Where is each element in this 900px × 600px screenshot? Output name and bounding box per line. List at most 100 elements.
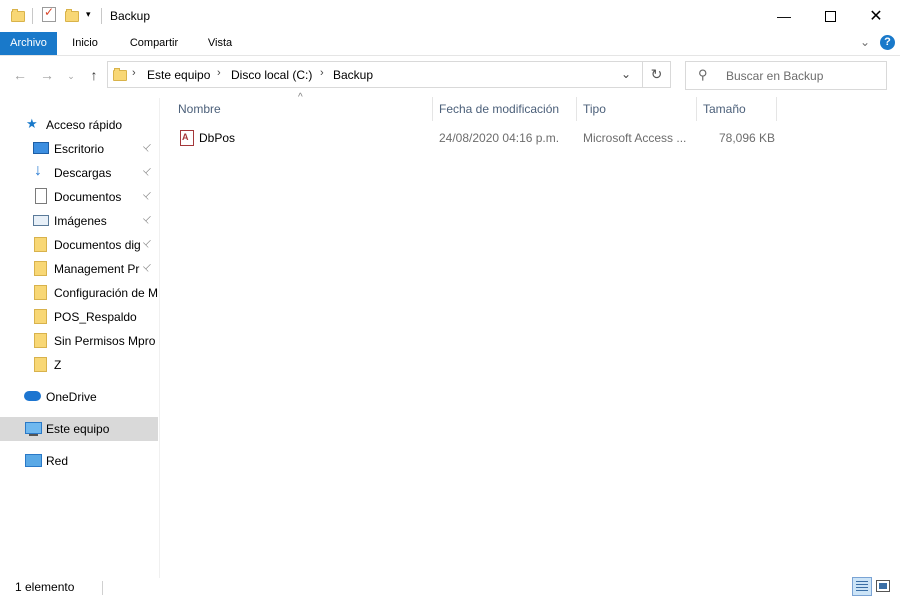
column-divider[interactable] <box>696 97 697 121</box>
sidebar-item-this-pc[interactable]: Este equipo <box>0 417 158 441</box>
customize-toolbar-icon[interactable]: ▾ <box>86 9 91 20</box>
new-folder-icon[interactable] <box>65 9 79 22</box>
address-dropdown-icon[interactable]: ⌄ <box>621 67 631 81</box>
minimize-icon: — <box>777 8 791 24</box>
status-item-count: 1 elemento <box>15 580 75 594</box>
folder-icon <box>11 9 25 22</box>
up-arrow-icon[interactable]: ↑ <box>85 66 103 84</box>
sidebar-item-documentos-dig[interactable]: Documentos dig ⊥ <box>0 233 158 257</box>
help-icon[interactable]: ? <box>880 35 895 50</box>
refresh-button[interactable]: ↻ <box>643 61 671 88</box>
sidebar-item-label: Documentos <box>54 190 122 204</box>
window-title: Backup <box>110 9 151 23</box>
network-icon <box>25 454 42 467</box>
close-button[interactable]: ✕ <box>853 0 899 32</box>
column-header-type[interactable]: Tipo <box>583 102 606 116</box>
sidebar-item-label: Este equipo <box>46 422 110 436</box>
breadcrumb-disco-local[interactable]: Disco local (C:) <box>231 68 312 82</box>
divider <box>101 8 102 24</box>
folder-icon <box>34 285 47 300</box>
sidebar-item-label: Escritorio <box>54 142 105 156</box>
pin-icon[interactable]: ⊥ <box>140 141 154 155</box>
maximize-icon <box>824 10 836 22</box>
divider <box>32 8 33 24</box>
back-arrow-icon[interactable]: ← <box>11 66 29 84</box>
pin-icon[interactable]: ⊥ <box>140 189 154 203</box>
search-input[interactable]: Buscar en Backup <box>726 69 823 83</box>
tab-compartir[interactable]: Compartir <box>119 32 189 55</box>
computer-icon <box>25 422 42 434</box>
properties-icon[interactable]: ✓ <box>42 5 56 22</box>
file-size: 78,096 KB <box>719 131 776 145</box>
divider <box>102 581 103 595</box>
search-icon: ⚲ <box>698 67 708 82</box>
sidebar-item-network[interactable]: Red <box>0 449 158 473</box>
folder-icon <box>34 237 47 252</box>
folder-icon <box>34 357 47 372</box>
cloud-icon <box>24 391 41 401</box>
pin-icon[interactable]: ⊥ <box>140 165 154 179</box>
sidebar-item-z[interactable]: Z <box>0 353 158 377</box>
file-name: DbPos <box>199 131 236 145</box>
breadcrumb-este-equipo[interactable]: Este equipo <box>147 68 210 82</box>
sidebar-item-pos-respaldo[interactable]: POS_Respaldo <box>0 305 158 329</box>
details-view-button[interactable] <box>852 577 872 596</box>
details-view-icon <box>856 581 868 582</box>
file-type: Microsoft Access ... <box>583 131 687 145</box>
column-divider[interactable] <box>576 97 577 121</box>
pin-icon[interactable]: ⊥ <box>140 237 154 251</box>
column-divider[interactable] <box>432 97 433 121</box>
sidebar-item-label: OneDrive <box>46 390 97 404</box>
sidebar-item-label: Descargas <box>54 166 112 180</box>
sidebar-item-label: Acceso rápido <box>46 118 123 132</box>
sidebar-item-label: Red <box>46 454 69 468</box>
minimize-button[interactable]: — <box>761 0 807 32</box>
sidebar-item-sin-permisos-mpro[interactable]: Sin Permisos Mpro <box>0 329 158 353</box>
sidebar-item-escritorio[interactable]: Escritorio ⊥ <box>0 137 158 161</box>
download-icon: ↓ <box>34 162 42 179</box>
sidebar-item-im-genes[interactable]: Imágenes ⊥ <box>0 209 158 233</box>
file-modified: 24/08/2020 04:16 p.m. <box>439 131 560 145</box>
column-divider[interactable] <box>776 97 777 121</box>
sidebar-item-documentos[interactable]: Documentos ⊥ <box>0 185 158 209</box>
pin-icon[interactable]: ⊥ <box>140 261 154 275</box>
folder-icon <box>34 333 47 348</box>
sidebar-item-configuraci-n-de-m[interactable]: Configuración de M <box>0 281 158 305</box>
sidebar-item-onedrive[interactable]: OneDrive <box>0 385 158 409</box>
sidebar-item-label: Imágenes <box>54 214 107 228</box>
chevron-right-icon: › <box>320 67 324 79</box>
folder-icon <box>113 68 127 81</box>
star-icon: ★ <box>26 116 38 131</box>
sidebar-item-label: Z <box>54 358 62 372</box>
sidebar-item-label: Configuración de M <box>54 286 158 300</box>
access-database-icon: A <box>180 130 194 146</box>
search-box[interactable]: ⚲ Buscar en Backup <box>685 61 887 90</box>
maximize-button[interactable] <box>807 0 853 32</box>
recent-locations-icon[interactable]: ⌄ <box>62 67 80 85</box>
sidebar-item-label: Sin Permisos Mpro <box>54 334 156 348</box>
pane-divider <box>159 98 160 578</box>
expand-ribbon-icon[interactable]: ⌄ <box>860 35 870 49</box>
chevron-right-icon: › <box>132 67 136 79</box>
large-icons-view-button[interactable] <box>876 580 890 592</box>
folder-icon <box>34 261 47 276</box>
computer-stand <box>29 434 38 436</box>
column-header-name[interactable]: Nombre <box>178 102 221 116</box>
refresh-icon: ↻ <box>650 66 663 82</box>
sort-ascending-icon: ^ <box>298 92 303 103</box>
sidebar-item-management-pr[interactable]: Management Pr ⊥ <box>0 257 158 281</box>
column-header-size[interactable]: Tamaño <box>703 102 746 116</box>
forward-arrow-icon[interactable]: → <box>38 66 56 84</box>
column-header-modified[interactable]: Fecha de modificación <box>439 102 559 116</box>
folder-icon <box>34 309 47 324</box>
tab-archivo[interactable]: Archivo <box>0 32 57 55</box>
sidebar-item-descargas[interactable]: ↓ Descargas ⊥ <box>0 161 158 185</box>
tab-inicio[interactable]: Inicio <box>60 32 110 55</box>
tab-vista[interactable]: Vista <box>199 32 241 55</box>
breadcrumb-backup[interactable]: Backup <box>333 68 373 82</box>
sidebar-item-quick-access[interactable]: ★ Acceso rápido <box>0 113 158 137</box>
close-icon: ✕ <box>869 8 883 25</box>
pin-icon[interactable]: ⊥ <box>140 213 154 227</box>
ribbon: Archivo Inicio Compartir Vista ⌄ ? <box>0 32 900 56</box>
large-icons-view-icon <box>879 583 887 589</box>
